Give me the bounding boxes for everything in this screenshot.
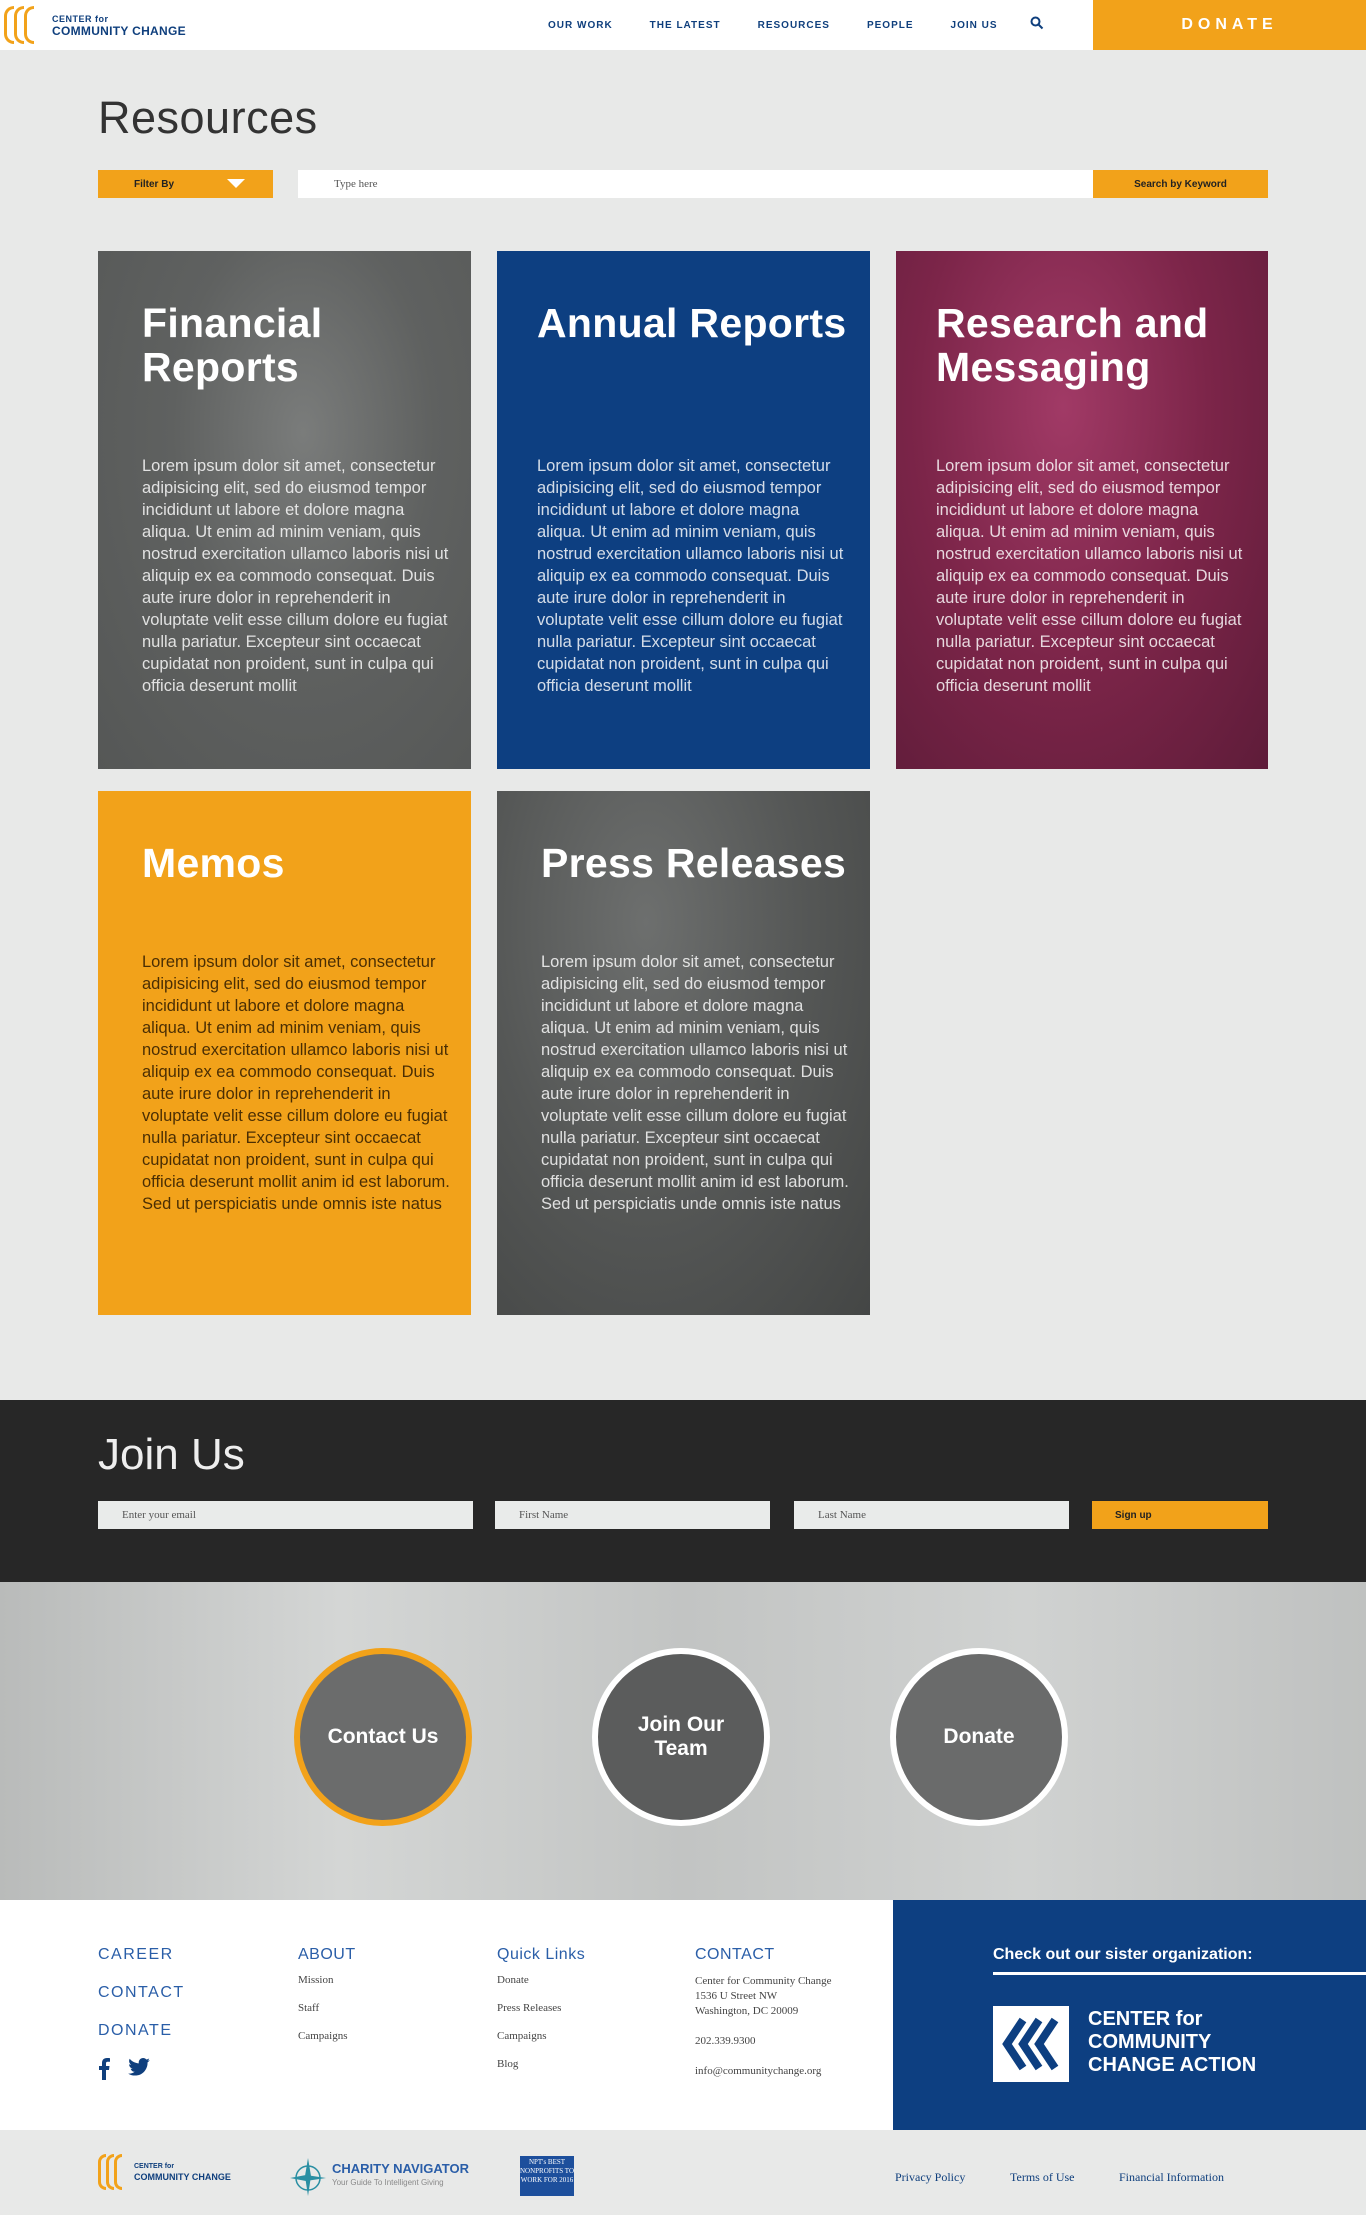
card-financial-reports[interactable]: Financial Reports Lorem ipsum dolor sit … bbox=[98, 251, 471, 769]
footer-contact-head[interactable]: CONTACT bbox=[695, 1946, 832, 1964]
filter-dropdown[interactable]: Filter By bbox=[98, 170, 273, 198]
footer-press-link[interactable]: Press Releases bbox=[497, 2002, 585, 2014]
search-icon[interactable] bbox=[1030, 16, 1048, 34]
card-body: Lorem ipsum dolor sit amet, consectetur … bbox=[541, 953, 849, 1213]
main-nav: OUR WORK THE LATEST RESOURCES PEOPLE JOI… bbox=[548, 0, 1035, 50]
charity-sub: Your Guide To Intelligent Giving bbox=[332, 2178, 444, 2187]
compass-icon bbox=[290, 2158, 326, 2196]
sister-l1: CENTER for bbox=[1088, 2008, 1203, 2030]
card-annual-reports[interactable]: Annual Reports Lorem ipsum dolor sit ame… bbox=[497, 251, 870, 769]
charity-title: CHARITY NAVIGATOR bbox=[332, 2161, 469, 2176]
npt-badge[interactable]: NPT's BEST NONPROFITS TO WORK FOR 2016 bbox=[520, 2156, 574, 2196]
footer-career-link[interactable]: CAREER bbox=[98, 1946, 185, 1964]
privacy-policy-link[interactable]: Privacy Policy bbox=[895, 2170, 965, 2185]
search-by-keyword-button[interactable]: Search by Keyword bbox=[1093, 170, 1268, 198]
first-name-field[interactable] bbox=[495, 1501, 770, 1529]
financial-information-link[interactable]: Financial Information bbox=[1119, 2170, 1224, 2185]
logo-mark-icon bbox=[98, 2154, 132, 2190]
bottom-logo[interactable]: CENTER for COMMUNITY CHANGE bbox=[98, 2154, 231, 2190]
card-body: Lorem ipsum dolor sit amet, consectetur … bbox=[142, 953, 450, 1213]
donate-button[interactable]: DONATE bbox=[1093, 0, 1366, 50]
nav-our-work[interactable]: OUR WORK bbox=[548, 20, 613, 31]
nav-resources[interactable]: RESOURCES bbox=[758, 20, 830, 31]
triangle-down-icon bbox=[227, 179, 245, 188]
contact-us-circle[interactable]: Contact Us bbox=[294, 1648, 472, 1826]
footer-org: Center for Community Change bbox=[695, 1975, 832, 1987]
footer-col-main: CAREER CONTACT DONATE bbox=[98, 1946, 185, 2085]
footer-email[interactable]: info@communitychange.org bbox=[695, 2064, 832, 2079]
site-header: CENTER for COMMUNITY CHANGE OUR WORK THE… bbox=[0, 0, 1366, 50]
sister-logo-text: CENTER for COMMUNITY CHANGE ACTION bbox=[1088, 2008, 1256, 2077]
card-title: Memos bbox=[142, 840, 285, 886]
bottom-logo-line1: CENTER for bbox=[134, 2163, 175, 2170]
sister-org-panel[interactable]: Check out our sister organization: CENTE… bbox=[893, 1900, 1366, 2130]
sister-l3: CHANGE ACTION bbox=[1088, 2054, 1257, 2076]
card-memos[interactable]: Memos Lorem ipsum dolor sit amet, consec… bbox=[98, 791, 471, 1315]
footer-col-contact: CONTACT Center for Community Change 1536… bbox=[695, 1946, 832, 2079]
card-title: Press Releases bbox=[541, 840, 847, 886]
page-title: Resources bbox=[98, 92, 318, 143]
site-logo[interactable]: CENTER for COMMUNITY CHANGE bbox=[0, 0, 186, 50]
sister-l2: COMMUNITY bbox=[1088, 2031, 1212, 2053]
footer-col-about: ABOUT Mission Staff Campaigns bbox=[298, 1946, 356, 2058]
divider bbox=[993, 1972, 1366, 1975]
card-body: Lorem ipsum dolor sit amet, consectetur … bbox=[936, 457, 1243, 695]
card-body: Lorem ipsum dolor sit amet, consectetur … bbox=[537, 457, 844, 695]
charity-navigator-badge[interactable]: CHARITY NAVIGATOR Your Guide To Intellig… bbox=[290, 2156, 469, 2196]
footer-mission-link[interactable]: Mission bbox=[298, 1974, 356, 1986]
card-research-messaging[interactable]: Research and Messaging Lorem ipsum dolor… bbox=[896, 251, 1268, 769]
footer-blog-link[interactable]: Blog bbox=[497, 2058, 585, 2070]
keyword-search-input[interactable] bbox=[298, 170, 1093, 198]
card-title: Research and Messaging bbox=[936, 300, 1209, 390]
footer-col-quick: Quick Links Donate Press Releases Campai… bbox=[497, 1946, 585, 2086]
footer-donate-link[interactable]: DONATE bbox=[98, 2022, 185, 2040]
donate-circle[interactable]: Donate bbox=[890, 1648, 1068, 1826]
nav-the-latest[interactable]: THE LATEST bbox=[650, 20, 721, 31]
card-title: Financial Reports bbox=[142, 300, 323, 390]
footer-donate-quick-link[interactable]: Donate bbox=[497, 1974, 585, 1986]
filter-label: Filter By bbox=[134, 178, 175, 190]
bottom-bar: CENTER for COMMUNITY CHANGE CHARITY NAVI… bbox=[0, 2130, 1366, 2215]
footer-street: 1536 U Street NW bbox=[695, 1990, 778, 2002]
photo-band: Contact Us Join Our Team Donate bbox=[0, 1582, 1366, 1900]
logo-mark-icon bbox=[0, 0, 44, 50]
social-links bbox=[98, 2058, 185, 2085]
join-team-label: Join Our Team bbox=[637, 1713, 725, 1760]
footer-city: Washington, DC 20009 bbox=[695, 2005, 799, 2017]
footer-campaigns-quick-link[interactable]: Campaigns bbox=[497, 2030, 585, 2042]
footer-quick-head: Quick Links bbox=[497, 1946, 586, 1963]
nav-join-us[interactable]: JOIN US bbox=[951, 20, 998, 31]
twitter-icon[interactable] bbox=[128, 2058, 150, 2085]
sign-up-button[interactable]: Sign up bbox=[1092, 1501, 1268, 1529]
card-body: Lorem ipsum dolor sit amet, consectetur … bbox=[142, 457, 449, 695]
card-title: Annual Reports bbox=[537, 300, 847, 346]
join-us-section: Join Us Sign up bbox=[0, 1400, 1366, 1582]
terms-of-use-link[interactable]: Terms of Use bbox=[1010, 2170, 1074, 2185]
footer-phone: 202.339.9300 bbox=[695, 2035, 756, 2047]
cca-logo-icon bbox=[993, 2006, 1069, 2082]
join-title: Join Us bbox=[98, 1430, 245, 1479]
email-field[interactable] bbox=[98, 1501, 473, 1529]
nav-people[interactable]: PEOPLE bbox=[867, 20, 914, 31]
facebook-icon[interactable] bbox=[98, 2058, 110, 2085]
site-footer: CAREER CONTACT DONATE ABOUT Mission Staf… bbox=[0, 1900, 1366, 2130]
card-press-releases[interactable]: Press Releases Lorem ipsum dolor sit ame… bbox=[497, 791, 870, 1315]
footer-contact-link[interactable]: CONTACT bbox=[98, 1984, 185, 2002]
footer-campaigns-link[interactable]: Campaigns bbox=[298, 2030, 356, 2042]
sister-title: Check out our sister organization: bbox=[993, 1946, 1253, 1963]
last-name-field[interactable] bbox=[794, 1501, 1069, 1529]
join-our-team-circle[interactable]: Join Our Team bbox=[592, 1648, 770, 1826]
bottom-logo-line2: COMMUNITY CHANGE bbox=[134, 2172, 231, 2182]
footer-staff-link[interactable]: Staff bbox=[298, 2002, 356, 2014]
logo-line2: COMMUNITY CHANGE bbox=[52, 24, 186, 38]
footer-about-head[interactable]: ABOUT bbox=[298, 1946, 356, 1964]
